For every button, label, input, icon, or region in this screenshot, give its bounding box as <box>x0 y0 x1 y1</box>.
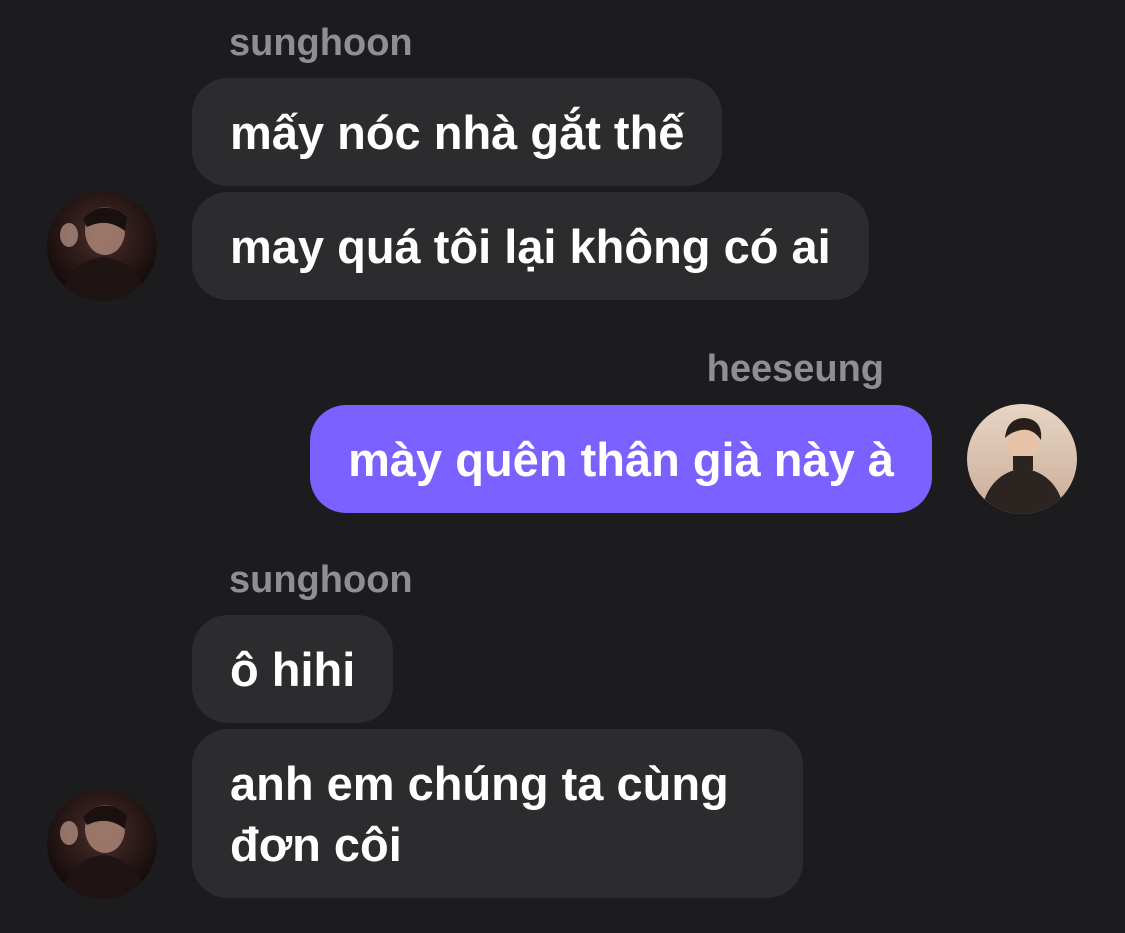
message-bubble[interactable]: ô hihi <box>192 615 394 723</box>
message-text: mấy nóc nhà gắt thế <box>230 105 685 159</box>
message-text: may quá tôi lại không có ai <box>230 219 831 273</box>
sender-name-sunghoon: sunghoon <box>229 22 413 64</box>
sender-name-heeseung: heeseung <box>706 348 884 390</box>
heeseung-avatar[interactable] <box>967 404 1077 514</box>
message-text: anh em chúng ta cùng đơn côi <box>230 756 729 871</box>
message-bubble[interactable]: anh em chúng ta cùng đơn côi <box>192 729 803 898</box>
sunghoon-avatar[interactable] <box>47 191 157 301</box>
sunghoon-avatar[interactable] <box>47 789 157 899</box>
message-bubble[interactable]: may quá tôi lại không có ai <box>192 192 869 300</box>
sender-name-sunghoon: sunghoon <box>229 559 413 601</box>
person-photo-icon <box>47 789 157 899</box>
person-photo-icon <box>967 404 1077 514</box>
message-bubble[interactable]: mày quên thân già này à <box>310 405 932 513</box>
person-photo-icon <box>47 191 157 301</box>
message-text: ô hihi <box>230 642 356 696</box>
message-bubble[interactable]: mấy nóc nhà gắt thế <box>192 78 723 186</box>
message-text: mày quên thân già này à <box>348 432 894 486</box>
